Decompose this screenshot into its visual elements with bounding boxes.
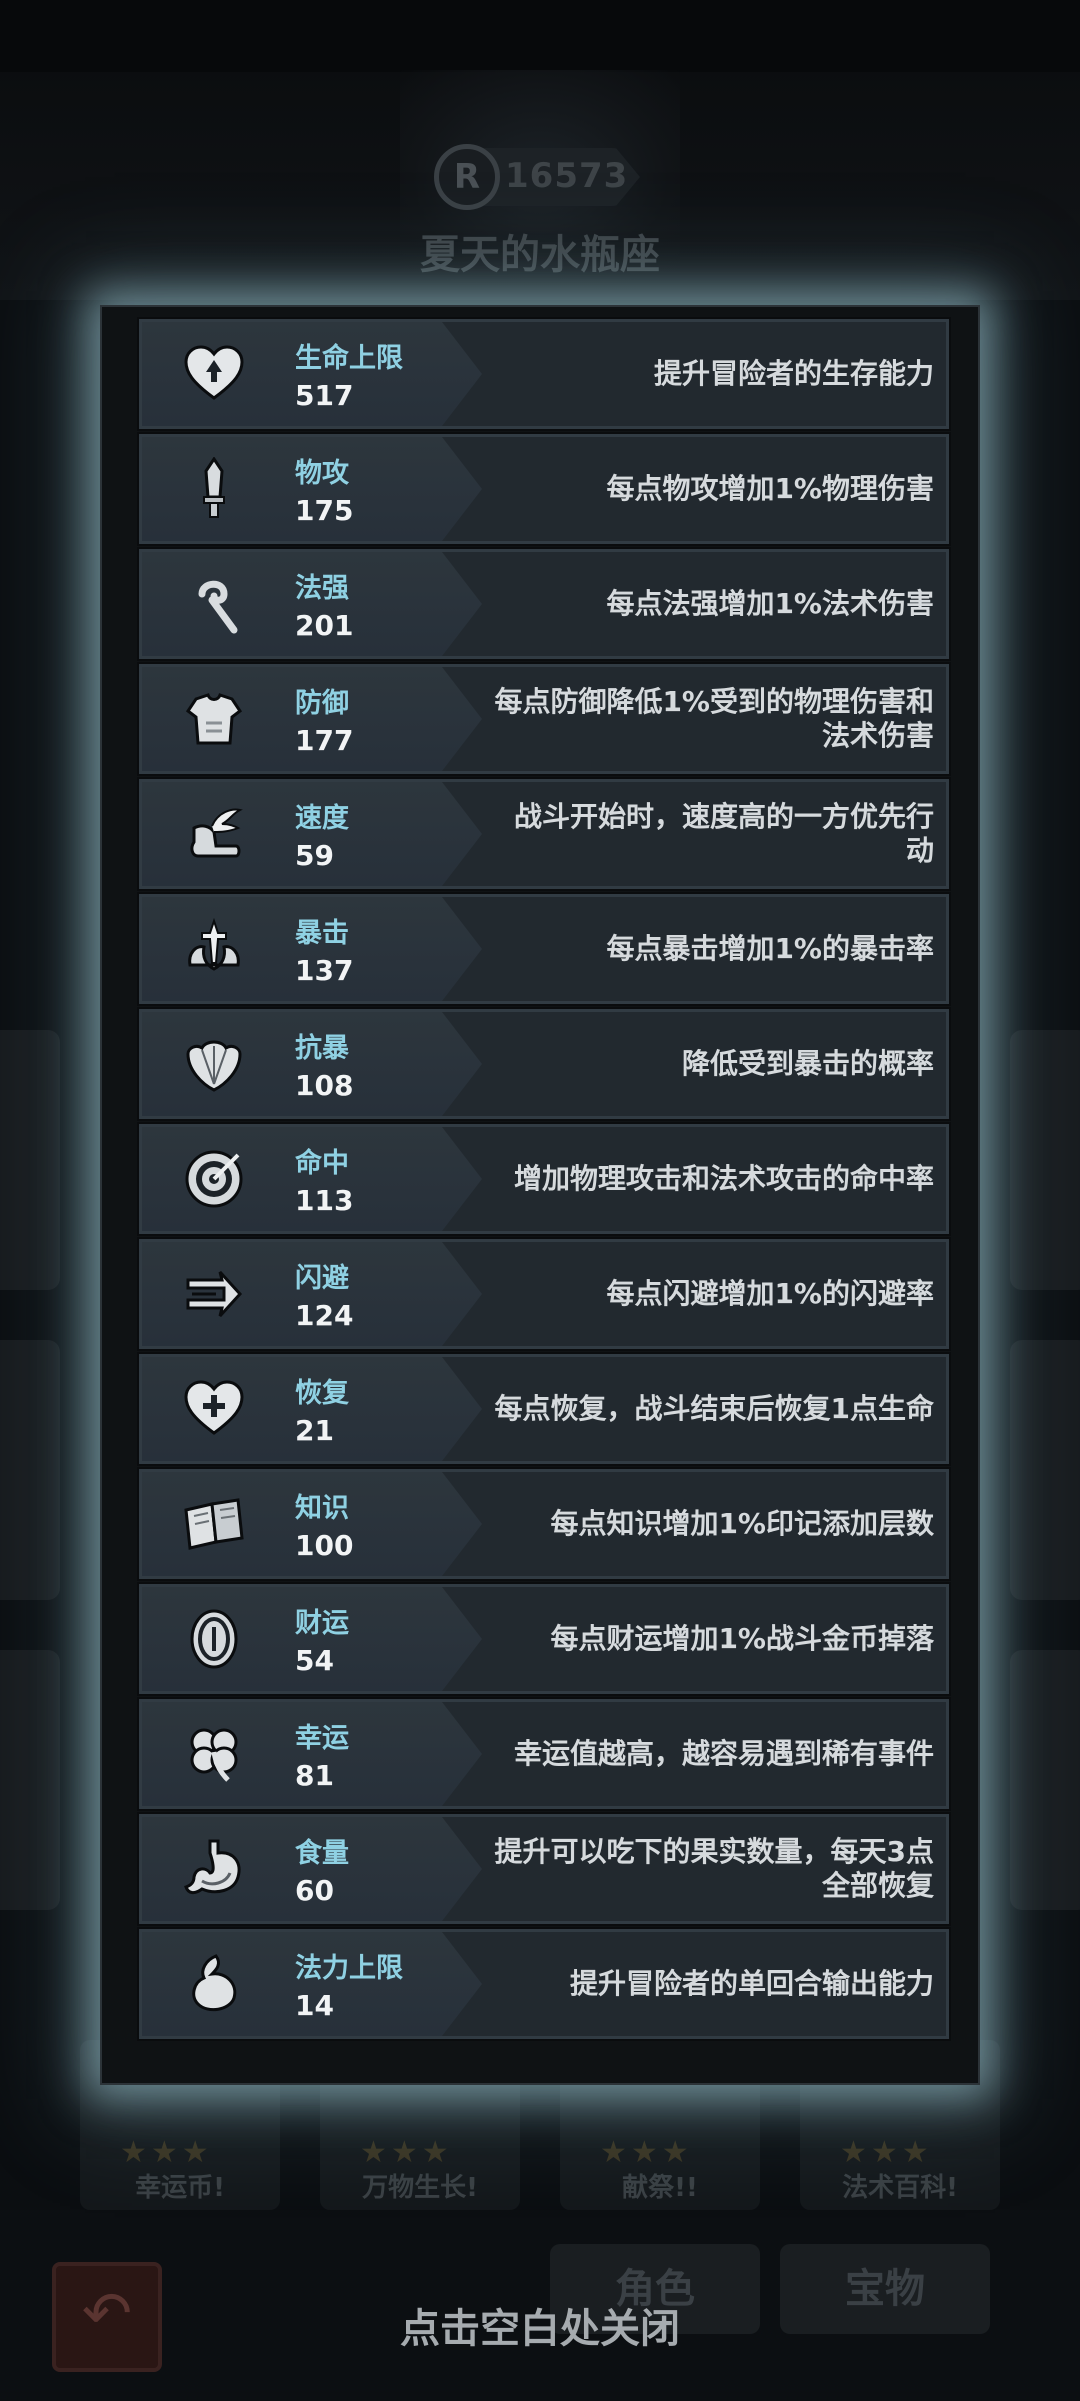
stat-value: 113: [295, 1184, 354, 1217]
stat-description: 降低受到暴击的概率: [681, 1047, 934, 1080]
book-icon: [182, 1492, 246, 1556]
stat-row[interactable]: 抗暴 108 降低受到暴击的概率: [137, 1007, 951, 1121]
stat-name: 食量: [295, 1838, 349, 1869]
star-rating-icon: ★★★: [120, 2135, 213, 2170]
background-card: [1010, 1340, 1080, 1600]
stat-value: 201: [295, 609, 354, 642]
stat-description: 提升冒险者的单回合输出能力: [569, 1967, 934, 2000]
stat-value: 108: [295, 1069, 354, 1102]
background-card: [1010, 1650, 1080, 1910]
stat-value: 60: [295, 1874, 334, 1907]
stat-row[interactable]: 暴击 137 每点暴击增加1%的暴击率: [137, 892, 951, 1006]
stat-description: 每点财运增加1%战斗金币掉落: [550, 1622, 934, 1655]
stat-row[interactable]: 法力上限 14 提升冒险者的单回合输出能力: [137, 1927, 951, 2041]
stat-row[interactable]: 闪避 124 每点闪避增加1%的闪避率: [137, 1237, 951, 1351]
stat-name: 速度: [295, 803, 349, 834]
skill-card-label: 幸运币!: [135, 2173, 225, 2203]
stat-row[interactable]: 生命上限 517 提升冒险者的生存能力: [137, 317, 951, 431]
stat-name: 生命上限: [295, 343, 403, 374]
stat-value: 177: [295, 724, 354, 757]
background-card: [0, 1340, 60, 1600]
stat-description: 增加物理攻击和法术攻击的命中率: [513, 1162, 934, 1195]
stat-row[interactable]: 财运 54 每点财运增加1%战斗金币掉落: [137, 1582, 951, 1696]
stat-value: 175: [295, 494, 354, 527]
top-bar: [0, 0, 1080, 72]
dodge-arrow-icon: [182, 1262, 246, 1326]
skill-card-label: 法术百科!: [842, 2173, 958, 2203]
attribute-panel: 生命上限 517 提升冒险者的生存能力物攻 175 每点物攻增加1%物理伤害法强 201 每…: [100, 305, 980, 2085]
stat-row[interactable]: 法强 201 每点法强增加1%法术伤害: [137, 547, 951, 661]
flame-drop-icon: [182, 1952, 246, 2016]
stat-name: 法力上限: [295, 1953, 403, 1984]
stat-row[interactable]: 幸运 81 幸运值越高，越容易遇到稀有事件: [137, 1697, 951, 1811]
stat-name: 知识: [295, 1493, 349, 1524]
player-name: 夏天的水瓶座: [420, 232, 660, 278]
stat-description: 每点物攻增加1%物理伤害: [606, 472, 934, 505]
shell-shield-icon: [182, 1032, 246, 1096]
rank-icon: R: [434, 144, 500, 210]
background-card: [0, 1030, 60, 1290]
coin-icon: [182, 1607, 246, 1671]
stat-value: 100: [295, 1529, 354, 1562]
stat-value: 54: [295, 1644, 334, 1677]
star-rating-icon: ★★★: [840, 2135, 933, 2170]
stat-row[interactable]: 命中 113 增加物理攻击和法术攻击的命中率: [137, 1122, 951, 1236]
stat-description: 每点防御降低1%受到的物理伤害和法术伤害: [494, 685, 934, 752]
score-value: 16573: [505, 156, 629, 196]
stat-name: 幸运: [295, 1723, 349, 1754]
stat-name: 法强: [295, 573, 349, 604]
background-card: [0, 1650, 60, 1910]
stat-description: 每点知识增加1%印记添加层数: [550, 1507, 934, 1540]
stat-value: 137: [295, 954, 354, 987]
stat-name: 抗暴: [295, 1033, 349, 1064]
stat-description: 每点恢复，战斗结束后恢复1点生命: [494, 1392, 934, 1425]
close-hint[interactable]: 点击空白处关闭: [300, 2296, 780, 2354]
star-rating-icon: ★★★: [600, 2135, 693, 2170]
tab-treasure[interactable]: 宝物: [780, 2244, 990, 2334]
stat-name: 命中: [295, 1148, 349, 1179]
stat-description: 战斗开始时，速度高的一方优先行动: [513, 800, 934, 867]
stat-name: 防御: [295, 688, 349, 719]
stat-description: 提升可以吃下的果实数量，每天3点全部恢复: [494, 1835, 934, 1902]
stat-row[interactable]: 知识 100 每点知识增加1%印记添加层数: [137, 1467, 951, 1581]
stat-name: 财运: [295, 1608, 349, 1639]
stomach-icon: [182, 1837, 246, 1901]
skill-card-label: 献祭!!: [622, 2173, 698, 2203]
stat-name: 恢复: [295, 1378, 349, 1409]
background-card: [1010, 1030, 1080, 1290]
stat-value: 517: [295, 379, 354, 412]
skill-card-label: 万物生长!: [362, 2173, 478, 2203]
stat-description: 每点暴击增加1%的暴击率: [606, 932, 934, 965]
stat-name: 暴击: [295, 918, 349, 949]
stat-row[interactable]: 恢复 21 每点恢复，战斗结束后恢复1点生命: [137, 1352, 951, 1466]
staff-icon: [182, 572, 246, 636]
stat-row[interactable]: 速度 59 战斗开始时，速度高的一方优先行动: [137, 777, 951, 891]
stat-name: 闪避: [295, 1263, 349, 1294]
stat-description: 每点闪避增加1%的闪避率: [606, 1277, 934, 1310]
target-icon: [182, 1147, 246, 1211]
stat-description: 每点法强增加1%法术伤害: [606, 587, 934, 620]
star-rating-icon: ★★★: [360, 2135, 453, 2170]
clover-icon: [182, 1722, 246, 1786]
stat-description: 提升冒险者的生存能力: [653, 357, 934, 390]
stat-value: 124: [295, 1299, 354, 1332]
back-button[interactable]: ↶: [52, 2262, 162, 2372]
stat-description: 幸运值越高，越容易遇到稀有事件: [513, 1737, 934, 1770]
stat-value: 59: [295, 839, 334, 872]
stat-row[interactable]: 防御 177 每点防御降低1%受到的物理伤害和法术伤害: [137, 662, 951, 776]
stat-value: 21: [295, 1414, 334, 1447]
sword-icon: [182, 457, 246, 521]
winged-boot-icon: [182, 802, 246, 866]
heart-up-icon: [182, 342, 246, 406]
stat-row[interactable]: 食量 60 提升可以吃下的果实数量，每天3点全部恢复: [137, 1812, 951, 1926]
critical-icon: [182, 917, 246, 981]
stat-value: 14: [295, 1989, 334, 2022]
stat-value: 81: [295, 1759, 334, 1792]
stat-row[interactable]: 物攻 175 每点物攻增加1%物理伤害: [137, 432, 951, 546]
heart-plus-icon: [182, 1377, 246, 1441]
stat-name: 物攻: [295, 458, 349, 489]
armor-icon: [182, 687, 246, 751]
